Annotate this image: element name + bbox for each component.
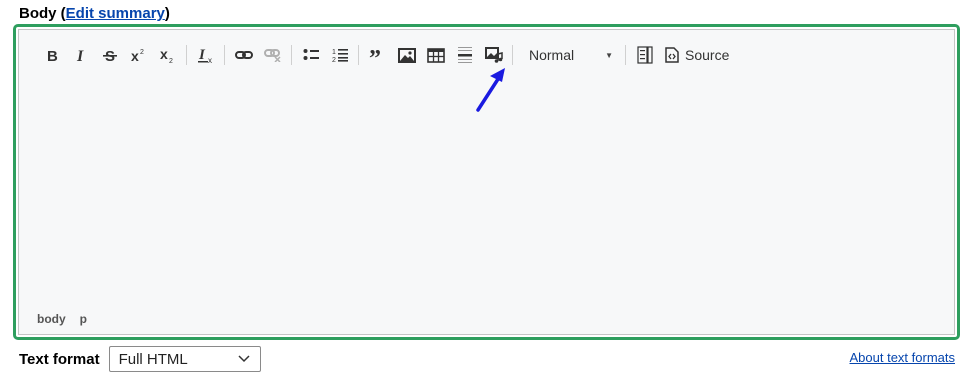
text-format-row: Text format Full HTML (19, 346, 261, 372)
svg-text:I: I (76, 48, 84, 63)
toolbar-separator (625, 45, 626, 65)
source-button[interactable]: Source (659, 41, 735, 69)
svg-text:2: 2 (140, 49, 144, 56)
superscript-button[interactable]: x 2 (124, 41, 153, 69)
toolbar-separator (512, 45, 513, 65)
show-blocks-button[interactable] (630, 41, 659, 69)
horizontal-line-icon (457, 47, 472, 63)
text-format-label: Text format (19, 350, 100, 368)
remove-format-button[interactable]: I x (191, 41, 220, 69)
media-embed-button[interactable] (479, 41, 508, 69)
show-blocks-icon (636, 46, 653, 64)
svg-text:2: 2 (332, 57, 336, 63)
unlink-icon (263, 49, 281, 62)
svg-text:x: x (160, 47, 168, 62)
svg-text:B: B (47, 48, 58, 63)
quote-icon: ” (369, 48, 381, 62)
svg-text:1: 1 (332, 49, 336, 56)
subscript-icon: x 2 (160, 47, 173, 63)
bold-button[interactable]: B (37, 41, 66, 69)
table-button[interactable] (421, 41, 450, 69)
unlink-button[interactable] (258, 41, 287, 69)
svg-text:”: ” (369, 48, 381, 62)
horizontal-line-button[interactable] (450, 41, 479, 69)
editor-toolbar: B I S x 2 x 2 I x 1 2 ” Normal ▼ Source (37, 40, 735, 70)
bold-icon: B (47, 48, 58, 63)
svg-text:x: x (131, 48, 139, 63)
path-item-body[interactable]: body (37, 312, 66, 326)
field-label-text: Body (19, 5, 57, 22)
blockquote-button[interactable]: ” (363, 41, 392, 69)
bulleted-list-button[interactable] (296, 41, 325, 69)
source-document-icon (665, 47, 679, 63)
body-field-label: Body (Edit summary) (19, 5, 170, 22)
image-icon (397, 47, 416, 63)
text-format-value: Full HTML (118, 350, 188, 368)
path-item-p[interactable]: p (80, 312, 87, 326)
source-label: Source (685, 47, 730, 63)
superscript-icon: x 2 (131, 48, 144, 63)
bulleted-list-icon (303, 49, 319, 60)
toolbar-separator (358, 45, 359, 65)
italic-icon: I (76, 48, 84, 63)
remove-format-icon: I x (197, 47, 212, 64)
subscript-button[interactable]: x 2 (153, 41, 182, 69)
edit-summary-link[interactable]: Edit summary (66, 5, 165, 22)
text-format-select[interactable]: Full HTML (108, 346, 261, 372)
chevron-down-icon (238, 355, 250, 363)
link-button[interactable] (229, 41, 258, 69)
numbered-list-button[interactable]: 1 2 (325, 41, 354, 69)
italic-button[interactable]: I (66, 41, 95, 69)
element-path-bar: body p (37, 312, 87, 326)
image-button[interactable] (392, 41, 421, 69)
annotation-arrow-icon (476, 68, 505, 112)
svg-text:I: I (198, 47, 206, 63)
media-embed-icon (484, 47, 503, 63)
paragraph-format-select[interactable]: Normal ▼ (517, 41, 621, 69)
link-icon (234, 51, 253, 59)
toolbar-separator (186, 45, 187, 65)
about-text-formats-link[interactable]: About text formats (850, 350, 956, 365)
toolbar-separator (224, 45, 225, 65)
strikethrough-button[interactable]: S (95, 41, 124, 69)
table-icon (426, 47, 445, 63)
close-paren: ) (164, 5, 170, 22)
caret-down-icon: ▼ (605, 50, 613, 60)
numbered-list-icon: 1 2 (332, 49, 348, 63)
format-select-value: Normal (529, 47, 575, 63)
toolbar-separator (291, 45, 292, 65)
svg-text:2: 2 (169, 58, 173, 63)
strikethrough-icon: S (102, 48, 117, 63)
svg-text:x: x (208, 56, 212, 64)
